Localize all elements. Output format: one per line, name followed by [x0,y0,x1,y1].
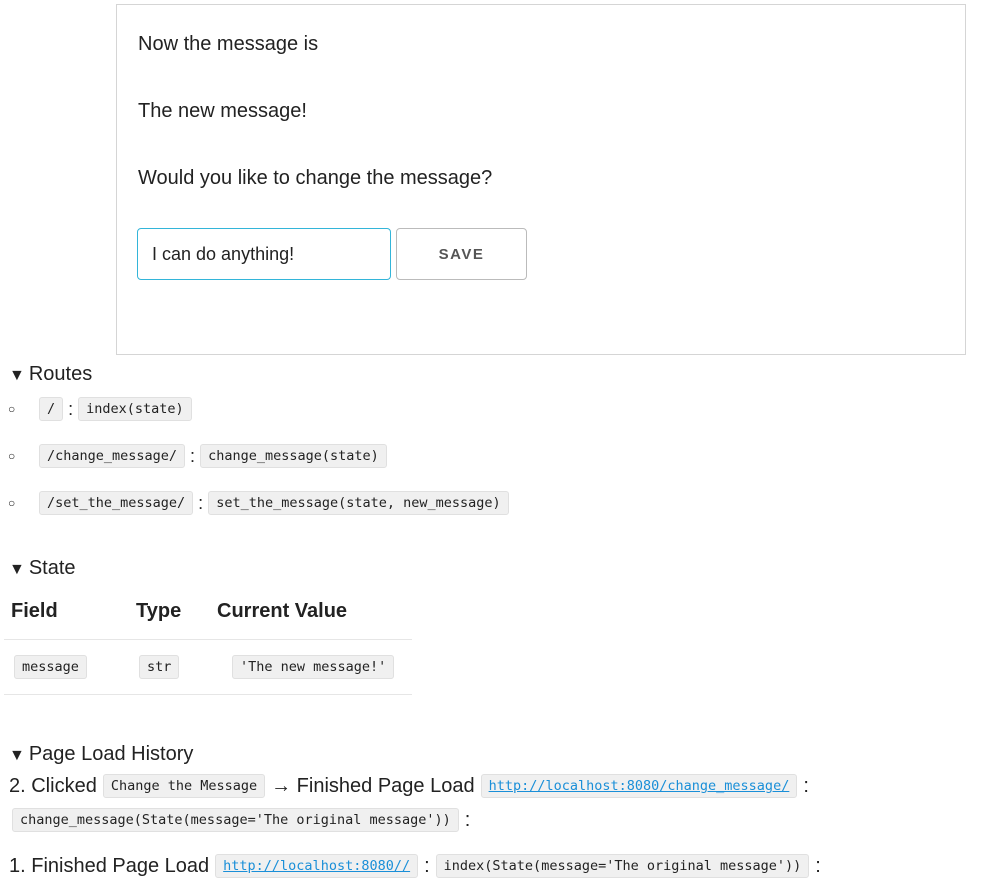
history-entry-prefix: 1. Finished Page Load [9,854,210,877]
state-header-row: Field Type Current Value [4,594,413,640]
field-type: str [139,655,180,679]
history-colon: : [815,854,821,877]
expanded-triangle-icon: ▼ [9,747,25,764]
history-colon: : [464,808,471,831]
route-item: ○ /set_the_message/ : set_the_message(st… [8,490,509,516]
history-summary[interactable]: ▼ Page Load History [9,742,193,768]
route-handler: set_the_message(state, new_message) [208,491,509,515]
field-cell: message [4,639,129,695]
header-current-value: Current Value [210,594,413,640]
header-type: Type [129,594,210,640]
history-colon: : [424,854,430,877]
route-colon: : [68,398,74,419]
routes-title: Routes [28,363,93,385]
history-title: Page Load History [28,743,194,765]
header-field: Field [4,594,129,640]
app-preview-frame: Now the message is The new message! Woul… [116,4,966,355]
circle-bullet-icon: ○ [8,496,16,510]
route-item: ○ / : index(state) [8,396,192,422]
message-intro-text: Now the message is [138,33,319,55]
history-call: change_message(State(message='The origin… [12,808,459,832]
route-path: / [39,397,64,421]
expanded-triangle-icon: ▼ [9,561,25,578]
field-name: message [14,655,87,679]
save-button[interactable]: SAVE [396,228,527,280]
history-url-link[interactable]: http://localhost:8080// [223,858,410,874]
circle-bullet-icon: ○ [8,449,16,463]
history-entry-prefix: 2. Clicked [9,774,97,797]
table-row: message str 'The new message!' [4,639,413,695]
circle-bullet-icon: ○ [8,402,16,416]
history-url-code: http://localhost:8080/change_message/ [480,774,798,798]
type-cell: str [129,639,210,695]
history-entry: 1. Finished Page Load http://localhost:8… [9,854,821,878]
expanded-triangle-icon: ▼ [9,367,25,384]
value-cell: 'The new message!' [210,639,413,695]
history-entry-call: change_message(State(message='The origin… [12,808,470,832]
route-colon: : [190,445,196,466]
history-entry-arrow-text: → Finished Page Load [271,774,475,797]
route-item: ○ /change_message/ : change_message(stat… [8,443,387,469]
route-handler: change_message(state) [200,444,387,468]
history-entry: 2. Clicked Change the Message → Finished… [9,774,809,798]
route-path: /change_message/ [39,444,186,468]
route-colon: : [198,492,204,513]
state-table: Field Type Current Value message str 'Th… [4,594,413,695]
current-message-text: The new message! [138,100,307,122]
route-handler: index(state) [78,397,192,421]
state-summary[interactable]: ▼ State [9,556,76,582]
routes-summary[interactable]: ▼ Routes [9,362,92,388]
history-call: index(State(message='The original messag… [435,854,810,878]
history-colon: : [803,774,809,797]
state-title: State [28,557,76,579]
history-url-code: http://localhost:8080// [215,854,419,878]
clicked-element: Change the Message [102,774,266,798]
route-path: /set_the_message/ [39,491,194,515]
change-prompt-text: Would you like to change the message? [138,167,493,189]
field-value: 'The new message!' [232,655,395,679]
history-url-link[interactable]: http://localhost:8080/change_message/ [489,778,790,794]
message-input[interactable] [137,228,391,280]
